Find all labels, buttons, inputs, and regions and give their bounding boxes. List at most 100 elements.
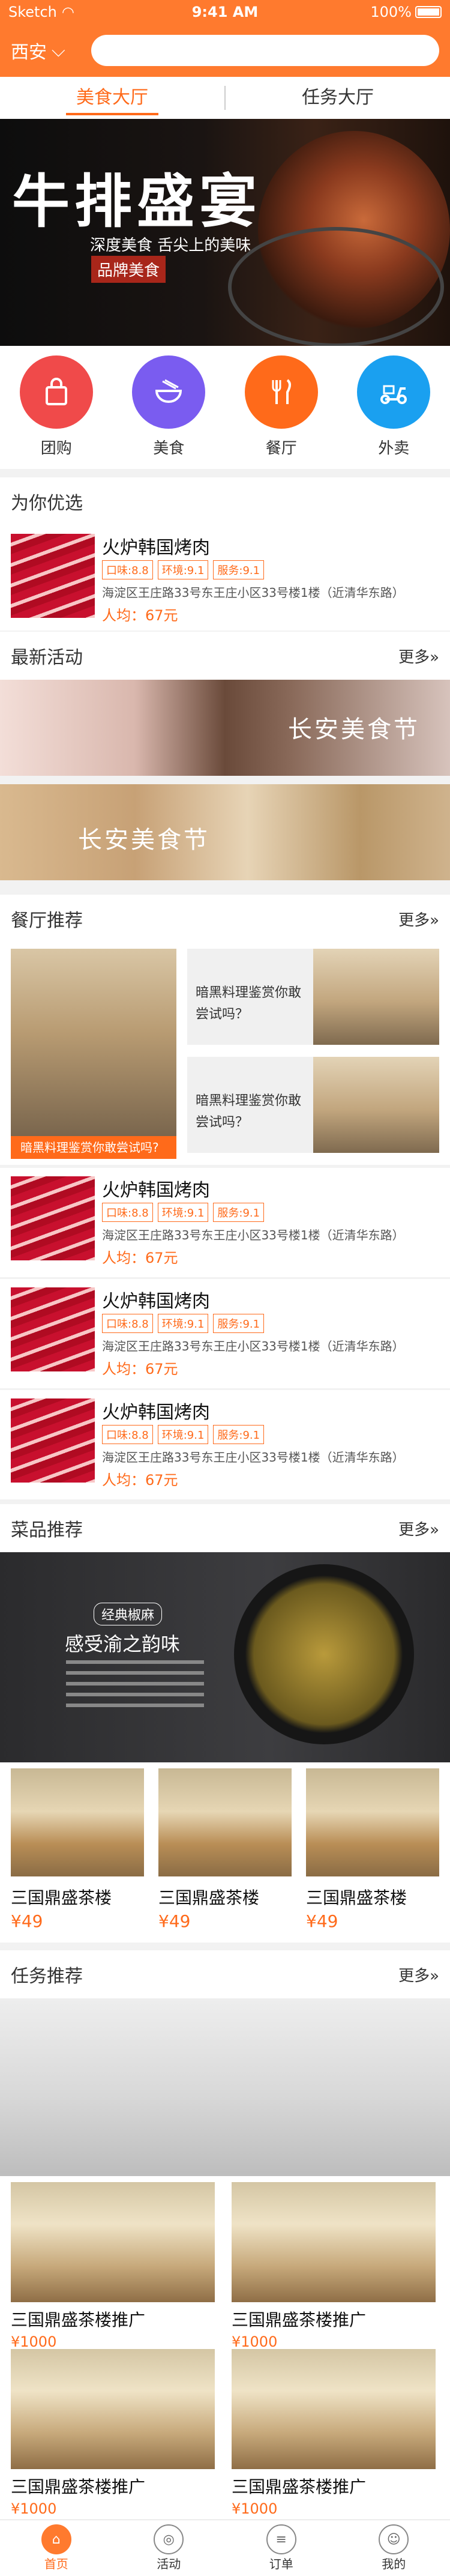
category-food[interactable]: 美食: [113, 346, 226, 469]
more-link[interactable]: 更多»: [398, 1964, 439, 1986]
rating-taste: 口味:8.8: [102, 1203, 153, 1222]
restaurant-list-item[interactable]: 火炉韩国烤肉 口味:8.8 环境:9.1 服务:9.1 海淀区王庄路33号东王庄…: [0, 1279, 450, 1388]
battery-icon: [415, 6, 442, 18]
tabbar-item-orders[interactable]: ≡ 订单: [225, 2520, 338, 2576]
card-text: 暗黑料理鉴赏你敢尝试吗？: [196, 985, 302, 1022]
plate-image: [228, 227, 444, 346]
restaurant-name: 火炉韩国烤肉: [102, 537, 210, 558]
tabbar-item-home[interactable]: ⌂ 首页: [0, 2520, 113, 2576]
category-label: 美食: [153, 440, 185, 458]
city-selector[interactable]: 西安 ⌵: [11, 37, 83, 64]
category-restaurant[interactable]: 餐厅: [225, 346, 338, 469]
section-dishes-header: 菜品推荐 更多»: [0, 1504, 450, 1552]
task-card[interactable]: 三国鼎盛茶楼推广 ¥1000: [11, 2349, 215, 2517]
tabbar-label: 我的: [382, 2557, 406, 2571]
card-text: 暗黑料理鉴赏你敢尝试吗？: [196, 1093, 302, 1130]
section-title: 最新活动: [11, 647, 83, 668]
tabbar-item-profile[interactable]: ☺ 我的: [338, 2520, 450, 2576]
restaurant-address: 海淀区王庄路33号东王庄小区33号楼1楼（近清华东路）: [102, 1450, 404, 1465]
task-price: ¥1000: [11, 2333, 57, 2350]
task-price: ¥1000: [232, 2333, 278, 2350]
chevron-down-icon: ⌵: [52, 40, 65, 61]
restaurant-list-item[interactable]: 火炉韩国烤肉 口味:8.8 环境:9.1 服务:9.1 海淀区王庄路33号东王庄…: [0, 1390, 450, 1499]
tabbar-label: 首页: [44, 2557, 68, 2571]
noodle-bowl-icon: [132, 355, 206, 429]
restaurant-name: 火炉韩国烤肉: [102, 1180, 210, 1201]
section-recommend-header: 为你优选: [0, 477, 450, 525]
header: 西安 ⌵: [0, 24, 450, 77]
more-link[interactable]: 更多»: [398, 645, 439, 667]
rating-environment: 环境:9.1: [157, 1203, 209, 1222]
activity-banner-1[interactable]: 长安美食节: [0, 680, 450, 776]
rating-tags: 口味:8.8 环境:9.1 服务:9.1: [102, 1203, 265, 1222]
rating-environment: 环境:9.1: [157, 1425, 209, 1444]
task-price: ¥1000: [232, 2500, 278, 2517]
category-takeout[interactable]: 外卖: [338, 346, 450, 469]
tabbar-label: 订单: [269, 2557, 293, 2571]
restaurant-avg-price: 人均：67元: [102, 1472, 178, 1489]
restaurant-feature-card[interactable]: 暗黑料理鉴赏你敢尝试吗？: [187, 949, 439, 1045]
rating-service: 服务:9.1: [213, 1314, 265, 1333]
rating-taste: 口味:8.8: [102, 1314, 153, 1333]
tabbar-item-activity[interactable]: ◎ 活动: [113, 2520, 226, 2576]
scooter-icon: [357, 355, 431, 429]
restaurant-address: 海淀区王庄路33号东王庄小区33号楼1楼（近清华东路）: [102, 1339, 404, 1353]
rating-tags: 口味:8.8 环境:9.1 服务:9.1: [102, 560, 265, 579]
more-link[interactable]: 更多»: [398, 1517, 439, 1540]
category-group-buy[interactable]: 团购: [0, 346, 113, 469]
rating-service: 服务:9.1: [213, 1203, 265, 1222]
task-name: 三国鼎盛茶楼推广: [232, 2310, 367, 2330]
city-label: 西安: [11, 42, 47, 63]
venue-card[interactable]: 三国鼎盛茶楼 ¥49: [306, 1768, 439, 1931]
dish-title: 感受渝之韵味: [65, 1633, 181, 1655]
hero-banner[interactable]: 牛排盛宴 深度美食 舌尖上的美味 品牌美食: [0, 119, 450, 346]
home-icon: ⌂: [41, 2524, 71, 2554]
restaurant-list-item[interactable]: 火炉韩国烤肉 口味:8.8 环境:9.1 服务:9.1 海淀区王庄路33号东王庄…: [0, 1168, 450, 1277]
task-image: [11, 2182, 215, 2302]
dish-venue-row: 三国鼎盛茶楼 ¥49 三国鼎盛茶楼 ¥49 三国鼎盛茶楼 ¥49: [0, 1762, 450, 1943]
restaurant-avg-price: 人均：67元: [102, 1361, 178, 1377]
venue-price: ¥49: [158, 1911, 191, 1931]
section-title: 餐厅推荐: [11, 910, 83, 931]
section-title: 任务推荐: [11, 1966, 83, 1987]
tab-task-hall[interactable]: 任务大厅: [226, 77, 450, 119]
rating-service: 服务:9.1: [213, 1425, 265, 1444]
task-name: 三国鼎盛茶楼推广: [11, 2477, 146, 2497]
tab-food-hall[interactable]: 美食大厅: [0, 77, 224, 119]
card-image: [313, 1057, 439, 1153]
banner-subtitle: 深度美食 舌尖上的美味: [90, 237, 251, 255]
category-label: 团购: [40, 440, 72, 458]
restaurant-feature-image[interactable]: [11, 949, 176, 1159]
dish-banner[interactable]: 经典椒麻 感受渝之韵味: [0, 1552, 450, 1762]
dish-description-lines: [66, 1660, 204, 1714]
task-name: 三国鼎盛茶楼推广: [232, 2477, 367, 2497]
section-activities-header: 最新活动 更多»: [0, 632, 450, 680]
restaurant-address: 海淀区王庄路33号东王庄小区33号楼1楼（近清华东路）: [102, 1228, 404, 1242]
activity-banner-2[interactable]: 长安美食节: [0, 784, 450, 880]
venue-image: [158, 1768, 292, 1876]
task-name: 三国鼎盛茶楼推广: [11, 2310, 146, 2330]
profile-icon: ☺: [379, 2524, 409, 2554]
venue-card[interactable]: 三国鼎盛茶楼 ¥49: [158, 1768, 292, 1931]
task-card[interactable]: 三国鼎盛茶楼推广 ¥1000: [11, 2182, 215, 2350]
category-label: 外卖: [378, 440, 410, 458]
venue-card[interactable]: 三国鼎盛茶楼 ¥49: [11, 1768, 144, 1931]
featured-restaurant-card[interactable]: 火炉韩国烤肉 口味:8.8 环境:9.1 服务:9.1 海淀区王庄路33号东王庄…: [0, 525, 450, 630]
restaurant-feature-caption: 暗黑料理鉴赏你敢尝试吗?: [11, 1136, 176, 1159]
restaurant-address: 海淀区王庄路33号东王庄小区33号楼1楼（近清华东路）: [102, 585, 404, 600]
activity-title: 长安美食节: [288, 716, 420, 743]
venue-image: [11, 1768, 144, 1876]
task-card[interactable]: 三国鼎盛茶楼推广 ¥1000: [232, 2182, 436, 2350]
more-link[interactable]: 更多»: [398, 908, 439, 930]
task-grid: 三国鼎盛茶楼推广 ¥1000 三国鼎盛茶楼推广 ¥1000 三国鼎盛茶楼推广 ¥…: [0, 2176, 450, 2520]
category-row: 团购 美食 餐厅 外卖: [0, 346, 450, 469]
fork-knife-icon: [244, 355, 318, 429]
venue-name: 三国鼎盛茶楼: [158, 1888, 260, 1908]
search-input[interactable]: [91, 35, 439, 66]
rating-tags: 口味:8.8 环境:9.1 服务:9.1: [102, 1314, 265, 1333]
restaurant-feature-card[interactable]: 暗黑料理鉴赏你敢尝试吗？: [187, 1057, 439, 1153]
section-tasks-header: 任务推荐 更多»: [0, 1950, 450, 1998]
task-card[interactable]: 三国鼎盛茶楼推广 ¥1000: [232, 2349, 436, 2517]
restaurant-feature-grid: 暗黑料理鉴赏你敢尝试吗? 暗黑料理鉴赏你敢尝试吗？ 暗黑料理鉴赏你敢尝试吗？: [0, 943, 450, 1165]
task-banner-image[interactable]: [0, 1998, 450, 2176]
